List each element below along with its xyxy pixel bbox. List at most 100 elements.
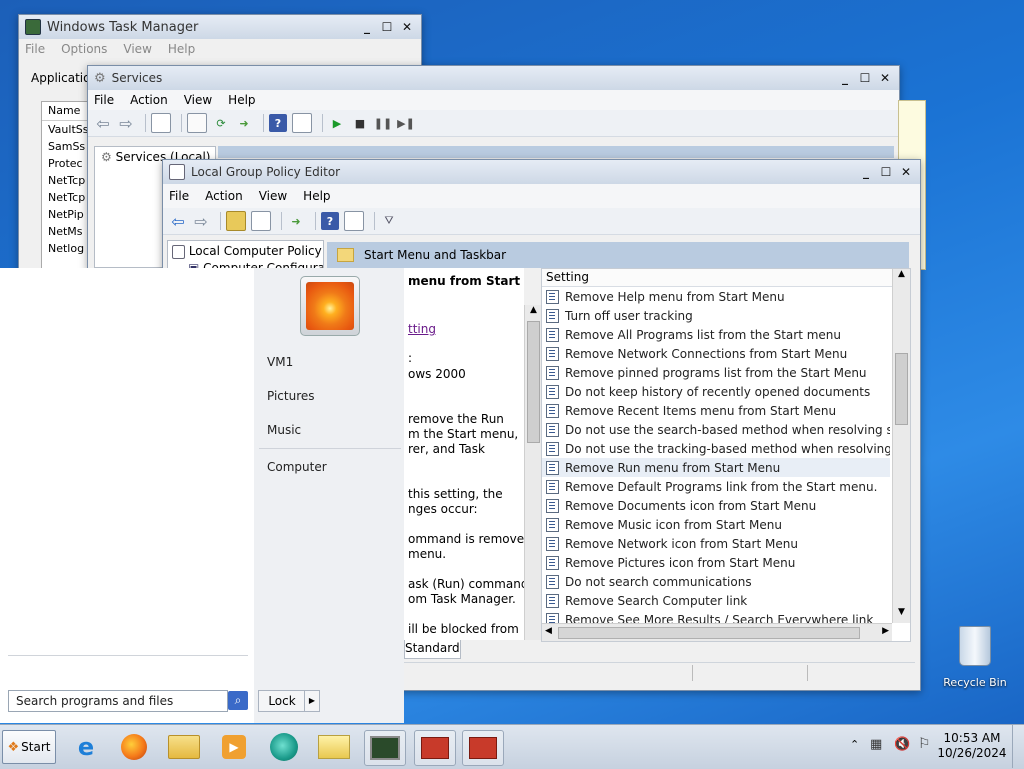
help-icon[interactable]: ? [321,212,339,230]
lock-button[interactable]: Lock [258,690,306,712]
forward-arrow-icon[interactable]: ⇨ [117,114,135,133]
menu-file[interactable]: File [25,42,45,56]
gpedit-titlebar[interactable]: Local Group Policy Editor _ ☐ ✕ [163,160,920,184]
stop-icon[interactable]: ■ [351,114,369,132]
close-button[interactable]: ✕ [896,164,916,181]
menu-file[interactable]: File [169,189,189,203]
toolbox-icon[interactable] [414,730,456,766]
menu-help[interactable]: Help [168,42,195,56]
maximize-button[interactable]: ☐ [855,70,875,87]
forward-arrow-icon[interactable]: ⇨ [192,212,210,231]
filter-icon[interactable]: ⛛ [380,212,398,230]
file-explorer-icon[interactable] [164,730,204,764]
start-item-vm1[interactable]: VM1 [267,355,293,369]
start-item-computer[interactable]: Computer [267,460,327,474]
clock[interactable]: 10:53 AM 10/26/2024 [934,731,1010,761]
minimize-button[interactable]: _ [835,70,855,87]
search-box[interactable]: Search programs and files [8,690,228,712]
internet-explorer-icon[interactable]: e [66,730,106,764]
refresh-icon[interactable]: ⟳ [212,114,230,132]
setting-row[interactable]: Remove Default Programs link from the St… [542,477,890,496]
task-manager-titlebar[interactable]: Windows Task Manager _ ☐ ✕ [19,15,421,39]
menu-file[interactable]: File [94,93,114,107]
menu-view[interactable]: View [259,189,287,203]
setting-row[interactable]: Do not use the tracking-based method whe… [542,439,890,458]
firefox-icon[interactable] [114,730,154,764]
back-arrow-icon[interactable]: ⇦ [94,114,112,133]
settings-scrollbar[interactable]: ▲ ▼ [892,269,910,623]
menu-view[interactable]: View [184,93,212,107]
start-item-pictures[interactable]: Pictures [267,389,315,403]
show-desktop-button[interactable] [1012,725,1024,768]
maximize-button[interactable]: ☐ [876,164,896,181]
scroll-down-icon[interactable]: ▼ [893,607,910,623]
scroll-up-icon[interactable]: ▲ [893,269,910,285]
up-folder-icon[interactable] [226,211,246,231]
toolbox-icon[interactable] [462,730,504,766]
libraries-icon[interactable] [314,730,354,764]
setting-row[interactable]: Remove Search Computer link [542,591,890,610]
search-icon[interactable]: ⌕ [228,691,248,710]
setting-row[interactable]: Remove pinned programs list from the Sta… [542,363,890,382]
show-hidden-icons[interactable]: ⌃ [850,738,859,751]
menu-options[interactable]: Options [61,42,107,56]
properties-icon[interactable] [187,113,207,133]
setting-row[interactable]: Remove Recent Items menu from Start Menu [542,401,890,420]
scroll-right-icon[interactable]: ▶ [882,626,889,636]
minimize-button[interactable]: _ [856,164,876,181]
setting-row[interactable]: Remove Network Connections from Start Me… [542,344,890,363]
edit-policy-link[interactable]: tting [408,322,436,336]
menu-view[interactable]: View [123,42,151,56]
export-icon[interactable]: ➜ [235,114,253,132]
setting-row[interactable]: Do not keep history of recently opened d… [542,382,890,401]
task-manager-taskbar-icon[interactable] [364,730,406,766]
play-icon[interactable]: ▶ [328,114,346,132]
scroll-left-icon[interactable]: ◀ [545,626,552,636]
setting-row[interactable]: Remove Music icon from Start Menu [542,515,890,534]
menu-help[interactable]: Help [228,93,255,107]
tab-applications[interactable]: Applicatio [31,71,90,85]
start-item-music[interactable]: Music [267,423,301,437]
action-center-flag-icon[interactable]: ⚐ [918,736,931,752]
tab-standard[interactable]: Standard [404,640,461,659]
setting-row[interactable]: Do not use the search-based method when … [542,420,890,439]
setting-row[interactable]: Turn off user tracking [542,306,890,325]
lock-options-arrow[interactable]: ▶ [304,690,320,712]
setting-row[interactable]: Remove Documents icon from Start Menu [542,496,890,515]
menu-action[interactable]: Action [205,189,243,203]
view-icon[interactable] [292,113,312,133]
export-icon[interactable]: ➜ [287,212,305,230]
tree-item-local-computer-policy[interactable]: Local Computer Policy [168,241,323,259]
console-tree-icon[interactable] [251,211,271,231]
menu-help[interactable]: Help [303,189,330,203]
volume-muted-icon[interactable]: 🔇 [894,737,910,752]
maximize-button[interactable]: ☐ [377,19,397,36]
setting-row[interactable]: Remove Pictures icon from Start Menu [542,553,890,572]
setting-row[interactable]: Remove All Programs list from the Start … [542,325,890,344]
start-button[interactable]: ❖ Start [2,730,56,764]
media-player-icon[interactable]: ▶ [214,730,254,764]
scroll-thumb[interactable] [895,353,908,425]
pause-icon[interactable]: ❚❚ [374,114,392,132]
back-arrow-icon[interactable]: ⇦ [169,212,187,231]
recycle-bin[interactable]: Recycle Bin [940,624,1010,694]
setting-row[interactable]: Remove Network icon from Start Menu [542,534,890,553]
column-setting[interactable]: Setting [542,269,892,287]
close-button[interactable]: ✕ [397,19,417,36]
console-tree-icon[interactable] [151,113,171,133]
services-titlebar[interactable]: ⚙ Services _ ☐ ✕ [88,66,899,90]
menu-action[interactable]: Action [130,93,168,107]
view-icon[interactable] [344,211,364,231]
restart-icon[interactable]: ▶❚ [397,114,415,132]
setting-row[interactable]: Remove Run menu from Start Menu [542,458,890,477]
minimize-button[interactable]: _ [357,19,377,36]
setting-row[interactable]: Remove Help menu from Start Menu [542,287,890,306]
network-icon[interactable]: ▦ [870,737,882,752]
help-icon[interactable]: ? [269,114,287,132]
scroll-up-icon[interactable]: ▲ [525,305,542,319]
close-button[interactable]: ✕ [875,70,895,87]
description-scrollbar[interactable]: ▲ [524,305,542,640]
settings-hscrollbar[interactable]: ◀ ▶ [542,623,892,641]
hscroll-thumb[interactable] [558,627,860,639]
scroll-thumb[interactable] [527,321,540,443]
